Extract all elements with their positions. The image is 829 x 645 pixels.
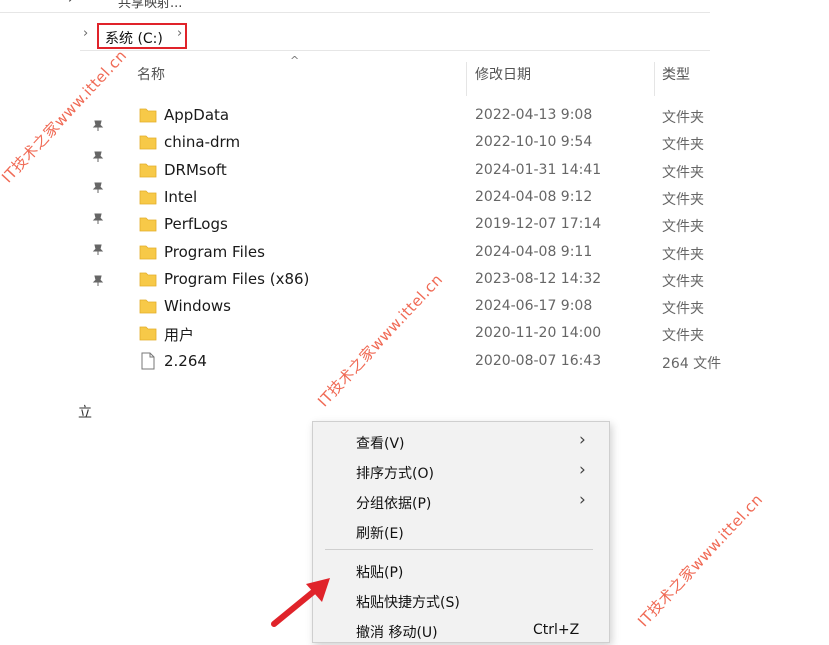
file-date: 2024-04-08 9:12 [475, 188, 593, 205]
file-type: 文件夹 [662, 164, 704, 181]
column-divider[interactable] [466, 62, 467, 96]
file-type: 文件夹 [662, 137, 704, 154]
file-row[interactable]: Intel 2024-04-08 9:12 文件夹 [112, 184, 712, 211]
chevron-right-icon: › [579, 490, 586, 510]
breadcrumb-system-c[interactable]: 系统 (C:) [97, 23, 187, 49]
file-type: 文件夹 [662, 301, 704, 318]
folder-icon [139, 108, 157, 123]
file-row[interactable]: 2.264 2020-08-07 16:43 264 文件 [112, 348, 721, 375]
context-menu: 查看(V) › 排序方式(O) › 分组依据(P) › 刷新(E) 粘贴(P) … [312, 421, 610, 643]
menu-item-label: 粘贴(P) [356, 565, 404, 581]
file-name: Intel [164, 187, 198, 206]
file-type: 文件夹 [662, 219, 704, 236]
chevron-right-icon[interactable]: › [177, 26, 182, 41]
file-name: 2.264 [164, 351, 207, 370]
folder-icon [139, 190, 157, 205]
chevron-right-icon[interactable]: › [83, 26, 88, 41]
file-name: Program Files (x86) [164, 269, 310, 288]
menu-item-paste-shortcut[interactable]: 粘贴快捷方式(S) [313, 587, 609, 615]
annotation-arrow-icon [271, 578, 330, 627]
file-row[interactable]: PerfLogs 2019-12-07 17:14 文件夹 [112, 211, 712, 238]
column-divider[interactable] [654, 62, 655, 96]
pin-icon[interactable] [92, 275, 104, 287]
file-date: 2020-08-07 16:43 [475, 352, 602, 369]
chevron-right-icon: › [579, 430, 586, 450]
folder-icon [139, 245, 157, 259]
folder-icon [139, 135, 157, 150]
file-type: 文件夹 [662, 110, 704, 126]
menu-item-group-by[interactable]: 分组依据(P) › [313, 488, 609, 516]
file-row[interactable]: DRMsoft 2024-01-31 14:41 文件夹 [112, 157, 712, 184]
menu-item-label: 刷新(E) [356, 526, 404, 542]
menu-item-refresh[interactable]: 刷新(E) [313, 518, 609, 546]
pin-icon[interactable] [92, 151, 104, 163]
breadcrumb-label: 系统 (C:) [105, 31, 163, 47]
file-date: 2024-06-17 9:08 [475, 298, 593, 315]
pin-icon[interactable] [92, 244, 104, 256]
file-row[interactable]: china-drm 2022-10-10 9:54 文件夹 [112, 129, 712, 156]
menu-item-label: 分组依据(P) [356, 496, 432, 512]
menu-item-sort-by[interactable]: 排序方式(O) › [313, 458, 609, 486]
ribbon-strip: → 共享映射... [0, 0, 710, 13]
column-header-type[interactable]: 类型 [662, 64, 690, 94]
menu-item-shortcut: Ctrl+Z [533, 622, 580, 638]
file-date: 2022-04-13 9:08 [475, 107, 593, 123]
sort-ascending-icon: ^ [290, 54, 300, 67]
watermark: IT技术之家www.ittel.cn [634, 490, 767, 631]
pin-icon[interactable] [92, 120, 104, 132]
file-type: 文件夹 [662, 273, 704, 290]
file-name: Program Files [164, 242, 265, 261]
folder-icon [139, 326, 157, 341]
chevron-right-icon: › [579, 460, 586, 480]
file-date: 2022-10-10 9:54 [475, 134, 593, 151]
file-row[interactable]: AppData 2022-04-13 9:08 文件夹 [112, 102, 712, 129]
folder-icon [139, 217, 157, 232]
pin-icon[interactable] [92, 213, 104, 225]
menu-item-view[interactable]: 查看(V) › [313, 428, 609, 456]
file-name: PerfLogs [164, 215, 228, 234]
file-type: 文件夹 [662, 191, 704, 208]
menu-item-label: 查看(V) [356, 436, 405, 452]
menu-item-undo-move[interactable]: 撤消 移动(U) Ctrl+Z [313, 617, 609, 645]
file-date: 2024-01-31 14:41 [475, 161, 602, 178]
column-header-name[interactable]: 名称 [137, 64, 165, 94]
file-name: AppData [164, 106, 230, 124]
column-header-date[interactable]: 修改日期 [475, 64, 531, 94]
nav-item-fragment[interactable]: 立 [78, 402, 92, 422]
file-name: 用户 [164, 326, 195, 345]
menu-item-label: 粘贴快捷方式(S) [356, 595, 460, 611]
folder-icon [139, 163, 157, 177]
menu-item-paste[interactable]: 粘贴(P) [313, 557, 609, 585]
file-row[interactable]: Program Files 2024-04-08 9:11 文件夹 [112, 239, 712, 266]
pin-icon[interactable] [92, 182, 104, 194]
file-date: 2020-11-20 14:00 [475, 325, 602, 342]
ribbon-fragment: 共享映射... [118, 0, 183, 11]
file-name: Windows [164, 297, 231, 316]
file-date: 2019-12-07 17:14 [475, 216, 602, 233]
menu-item-label: 排序方式(O) [356, 466, 434, 482]
menu-separator [325, 549, 593, 550]
address-bar[interactable]: › 系统 (C:) › [80, 18, 710, 51]
file-type: 文件夹 [662, 246, 704, 263]
folder-icon [139, 272, 157, 287]
file-type: 264 文件 [662, 355, 722, 372]
ribbon-fragment: → [62, 0, 73, 7]
file-icon [141, 352, 155, 370]
menu-item-label: 撤消 移动(U) [356, 625, 438, 641]
folder-icon [139, 299, 157, 314]
file-type: 文件夹 [662, 328, 704, 345]
file-row[interactable]: 用户 2020-11-20 14:00 文件夹 [112, 320, 712, 347]
file-date: 2023-08-12 14:32 [475, 270, 602, 287]
file-name: DRMsoft [164, 160, 227, 179]
file-name: china-drm [164, 133, 241, 152]
file-date: 2024-04-08 9:11 [475, 243, 593, 260]
